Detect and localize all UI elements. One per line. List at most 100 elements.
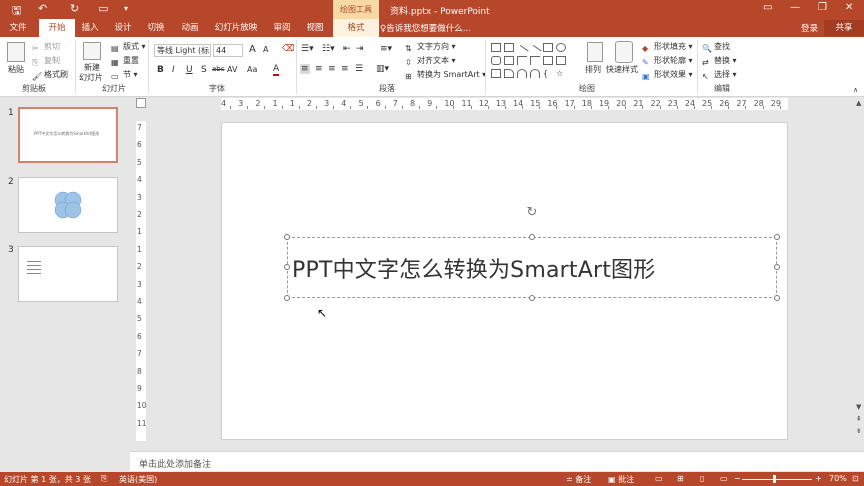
- resize-handle[interactable]: [774, 264, 780, 270]
- section-button[interactable]: ▭ 节 ▾: [111, 69, 138, 82]
- align-center-icon[interactable]: ≡: [315, 64, 323, 74]
- share-button[interactable]: 共享: [824, 20, 864, 36]
- zoom-slider-thumb[interactable]: [773, 475, 776, 483]
- oval-shape-icon[interactable]: [556, 43, 566, 52]
- slide-thumbnail-1[interactable]: PPT中文字怎么转换为SmartArt图形: [18, 107, 118, 163]
- reset-button[interactable]: ▦ 重置: [111, 55, 139, 68]
- clear-formatting-icon[interactable]: ⌫: [282, 44, 295, 54]
- spell-check-icon[interactable]: ⎘: [101, 474, 107, 484]
- line-spacing-icon[interactable]: ≡▾: [380, 44, 392, 54]
- vertical-ruler[interactable]: 7 6 5 4 3 2 1 1 2 3 4 5 6 7 8 9 10 11: [136, 121, 147, 441]
- rotate-handle-icon[interactable]: ↻: [525, 206, 539, 220]
- rectangle-shape-icon[interactable]: [543, 43, 553, 52]
- arrange-button[interactable]: 排列: [585, 64, 601, 75]
- comments-toggle[interactable]: ▣ 批注: [608, 474, 634, 485]
- italic-button[interactable]: I: [172, 65, 175, 75]
- tab-file[interactable]: 文件: [0, 19, 36, 37]
- customize-qa-icon[interactable]: ▾: [124, 4, 128, 13]
- wave-shape-icon[interactable]: [504, 69, 514, 78]
- bold-button[interactable]: B: [157, 65, 164, 75]
- new-slide-icon[interactable]: [83, 42, 101, 60]
- redo-icon[interactable]: ↻: [70, 2, 79, 15]
- tab-animations[interactable]: 动画: [176, 19, 204, 37]
- copy-button[interactable]: ⎘ 复制: [32, 55, 60, 68]
- paste-icon[interactable]: [7, 42, 25, 62]
- fit-slide-icon[interactable]: ⊡: [852, 474, 859, 483]
- align-right-icon[interactable]: ≡: [328, 64, 336, 74]
- layout-button[interactable]: ▤ 版式 ▾: [111, 41, 146, 54]
- tab-selector[interactable]: [136, 98, 146, 108]
- underline-button[interactable]: U: [186, 65, 193, 75]
- curve-shape-icon[interactable]: [530, 69, 540, 78]
- strikethrough-button[interactable]: abc: [212, 65, 225, 73]
- convert-smartart-button[interactable]: ⊞ 转换为 SmartArt ▾: [405, 69, 486, 82]
- zoom-in-icon[interactable]: +: [815, 474, 822, 483]
- trapezoid-shape-icon[interactable]: [491, 69, 501, 78]
- ribbon-display-icon[interactable]: ▭: [763, 2, 772, 13]
- zoom-out-icon[interactable]: −: [734, 474, 741, 483]
- restore-icon[interactable]: ❐: [818, 2, 827, 13]
- slide-thumbnail-2[interactable]: [18, 177, 118, 233]
- textbox-shape-icon[interactable]: [491, 43, 501, 52]
- select-button[interactable]: ↖ 选择 ▾: [702, 69, 737, 82]
- arrange-icon[interactable]: [587, 42, 603, 62]
- shrink-font-icon[interactable]: A: [263, 45, 268, 54]
- collapse-ribbon-icon[interactable]: ∧: [853, 86, 858, 94]
- font-size-dropdown[interactable]: 44: [213, 44, 243, 57]
- vertical-textbox-shape-icon[interactable]: [504, 43, 514, 52]
- distributed-icon[interactable]: ☰: [355, 64, 363, 74]
- columns-icon[interactable]: ▥▾: [376, 64, 389, 74]
- shape-fill-button[interactable]: ◆ 形状填充 ▾: [642, 41, 693, 54]
- zoom-level[interactable]: 70%: [829, 474, 847, 483]
- brace-shape-icon[interactable]: {: [543, 69, 553, 78]
- tab-transitions[interactable]: 切换: [142, 19, 170, 37]
- right-arrow-shape-icon[interactable]: [543, 56, 553, 65]
- tab-view[interactable]: 视图: [301, 19, 329, 37]
- slide-thumbnail-3[interactable]: [18, 246, 118, 302]
- shadow-button[interactable]: S: [201, 65, 207, 75]
- triangle-shape-icon[interactable]: [504, 56, 514, 65]
- tell-me-input[interactable]: ♀告诉我您想要做什么...: [380, 22, 471, 34]
- cut-button[interactable]: ✂ 剪切: [32, 41, 60, 54]
- paste-button[interactable]: 粘贴: [8, 64, 24, 75]
- numbering-icon[interactable]: ☷▾: [322, 44, 335, 54]
- align-text-button[interactable]: ⇳ 对齐文本 ▾: [405, 55, 456, 68]
- resize-handle[interactable]: [774, 295, 780, 301]
- scroll-up-icon[interactable]: ▲: [856, 99, 861, 107]
- justify-icon[interactable]: ≡: [341, 64, 349, 74]
- elbow-connector-shape-icon[interactable]: [517, 56, 527, 65]
- bullets-icon[interactable]: ☰▾: [301, 44, 314, 54]
- replace-button[interactable]: ⇄ 替换 ▾: [702, 55, 737, 68]
- shape-outline-button[interactable]: ✎ 形状轮廓 ▾: [642, 55, 693, 68]
- horizontal-ruler[interactable]: 4 3 2 1 1 2 3 4 5 6 7 8 9 10 11 12 13 14 15 16 17 18 19 20 21 22 2…: [221, 98, 788, 110]
- undo-icon[interactable]: ↶: [38, 2, 47, 15]
- notes-pane[interactable]: 单击此处添加备注: [130, 451, 864, 471]
- next-slide-icon[interactable]: ⇟: [856, 427, 862, 435]
- shape-effects-button[interactable]: ▣ 形状效果 ▾: [642, 69, 693, 82]
- slideshow-icon[interactable]: ▭: [98, 2, 108, 15]
- quick-styles-icon[interactable]: [615, 41, 633, 63]
- minimize-icon[interactable]: —: [790, 2, 800, 13]
- tab-design[interactable]: 设计: [109, 19, 137, 37]
- vertical-scrollbar[interactable]: ▲ ▼ ⇞ ⇟: [855, 99, 864, 439]
- tab-home[interactable]: 开始: [39, 19, 75, 37]
- star-shape-icon[interactable]: ☆: [556, 69, 566, 78]
- increase-indent-icon[interactable]: ⇥: [356, 44, 364, 54]
- char-spacing-button[interactable]: AV: [227, 65, 237, 74]
- text-direction-button[interactable]: ⇅ 文字方向 ▾: [405, 41, 456, 54]
- font-color-button[interactable]: A: [273, 64, 280, 76]
- format-painter-button[interactable]: 🖌 格式刷: [32, 69, 68, 82]
- resize-handle[interactable]: [284, 295, 290, 301]
- resize-handle[interactable]: [774, 234, 780, 240]
- font-name-dropdown[interactable]: 等线 Light (标: [154, 44, 211, 57]
- slideshow-view-icon[interactable]: ▭: [720, 474, 728, 483]
- normal-view-icon[interactable]: ▭: [655, 474, 663, 483]
- tab-slideshow[interactable]: 幻灯片放映: [211, 19, 261, 37]
- resize-handle[interactable]: [529, 295, 535, 301]
- slide-sorter-icon[interactable]: ⊞: [677, 474, 684, 483]
- resize-handle[interactable]: [284, 264, 290, 270]
- change-case-button[interactable]: Aa: [247, 65, 257, 74]
- resize-handle[interactable]: [284, 234, 290, 240]
- arc-shape-icon[interactable]: [517, 69, 527, 78]
- sign-in-link[interactable]: 登录: [801, 22, 818, 34]
